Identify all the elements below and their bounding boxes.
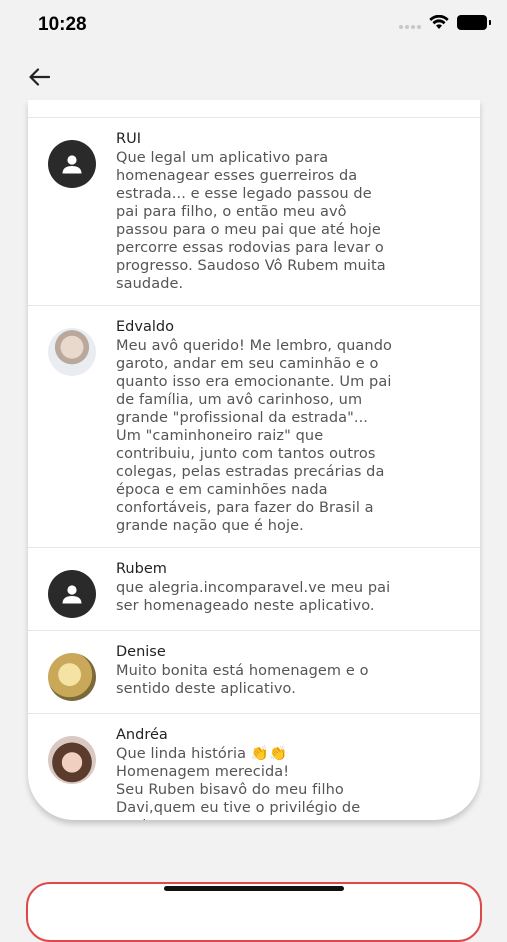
avatar-photo — [48, 328, 96, 376]
comment-text: que alegria.incomparavel.ve meu pai ser … — [116, 580, 391, 614]
comment-author: Rubem — [116, 561, 167, 577]
status-icons — [399, 15, 491, 30]
arrow-left-icon — [29, 68, 50, 86]
comment-item: Rubem que alegria.incomparavel.ve meu pa… — [28, 548, 480, 631]
comment-body: Andréa Que linda história 👏👏 Homenagem m… — [116, 726, 460, 820]
back-button[interactable] — [22, 62, 56, 92]
status-time: 10:28 — [38, 14, 87, 35]
avatar — [48, 140, 96, 188]
comment-text: Meu avô querido! Me lembro, quando garot… — [116, 338, 392, 534]
avatar-photo — [48, 653, 96, 701]
cellular-signal-icon — [399, 17, 421, 29]
battery-icon — [457, 15, 491, 30]
comment-text: Que legal um aplicativo para homenagear … — [116, 150, 386, 292]
comment-author: Andréa — [116, 727, 168, 743]
user-icon — [62, 155, 82, 174]
comment-item: Andréa Que linda história 👏👏 Homenagem m… — [28, 714, 480, 820]
card-top-divider — [28, 100, 480, 118]
comment-item: Edvaldo Meu avô querido! Me lembro, quan… — [28, 306, 480, 548]
comment-item: Denise Muito bonita está homenagem e o s… — [28, 631, 480, 714]
comment-text: Que linda história 👏👏 Homenagem merecida… — [116, 746, 361, 820]
comment-body: Edvaldo Meu avô querido! Me lembro, quan… — [116, 318, 460, 535]
comment-author: RUI — [116, 131, 141, 147]
status-bar: 10:28 — [0, 0, 507, 50]
comment-body: Denise Muito bonita está homenagem e o s… — [116, 643, 460, 701]
wifi-icon — [429, 15, 449, 29]
comment-item: RUI Que legal um aplicativo para homenag… — [28, 118, 480, 306]
avatar — [48, 570, 96, 618]
avatar-photo — [48, 736, 96, 784]
comment-body: Rubem que alegria.incomparavel.ve meu pa… — [116, 560, 460, 618]
comment-text: Muito bonita está homenagem e o sentido … — [116, 663, 369, 697]
home-indicator — [164, 886, 344, 891]
comment-body: RUI Que legal um aplicativo para homenag… — [116, 130, 460, 293]
comment-author: Denise — [116, 644, 166, 660]
comments-card: RUI Que legal um aplicativo para homenag… — [28, 100, 480, 820]
comment-author: Edvaldo — [116, 319, 174, 335]
bottom-action-button[interactable] — [26, 882, 482, 942]
user-icon — [62, 585, 82, 604]
